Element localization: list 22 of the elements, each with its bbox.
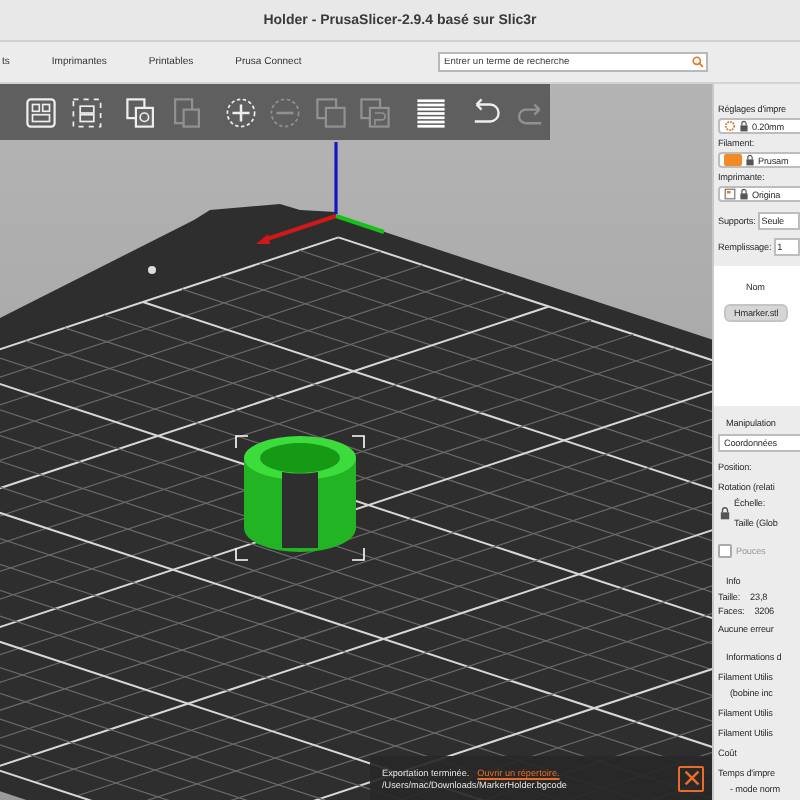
copy-icon: [124, 95, 159, 129]
layout-icon: [24, 95, 59, 129]
stacked-squares-icon: [313, 95, 348, 129]
search-icon[interactable]: [692, 56, 704, 68]
model-drawing: [235, 435, 365, 561]
plus-circle-icon: [224, 95, 259, 129]
3d-viewport[interactable]: [0, 84, 712, 800]
axes-drawing: [256, 142, 385, 244]
lock-icon: [738, 120, 750, 132]
paste-icon: [169, 95, 204, 129]
close-icon: [683, 770, 699, 786]
stacked-squares-icon: [358, 95, 393, 129]
gear-icon: [724, 120, 736, 132]
layers-icon: [413, 95, 448, 129]
printer-icon: [724, 188, 736, 200]
close-button[interactable]: [678, 765, 704, 791]
checkbox[interactable]: [718, 544, 732, 558]
minus-circle-icon: [268, 95, 303, 129]
lock-icon: [738, 188, 750, 200]
lock-icon: [718, 506, 732, 520]
dashed-box-icon: [69, 95, 104, 129]
lock-icon: [744, 154, 756, 166]
